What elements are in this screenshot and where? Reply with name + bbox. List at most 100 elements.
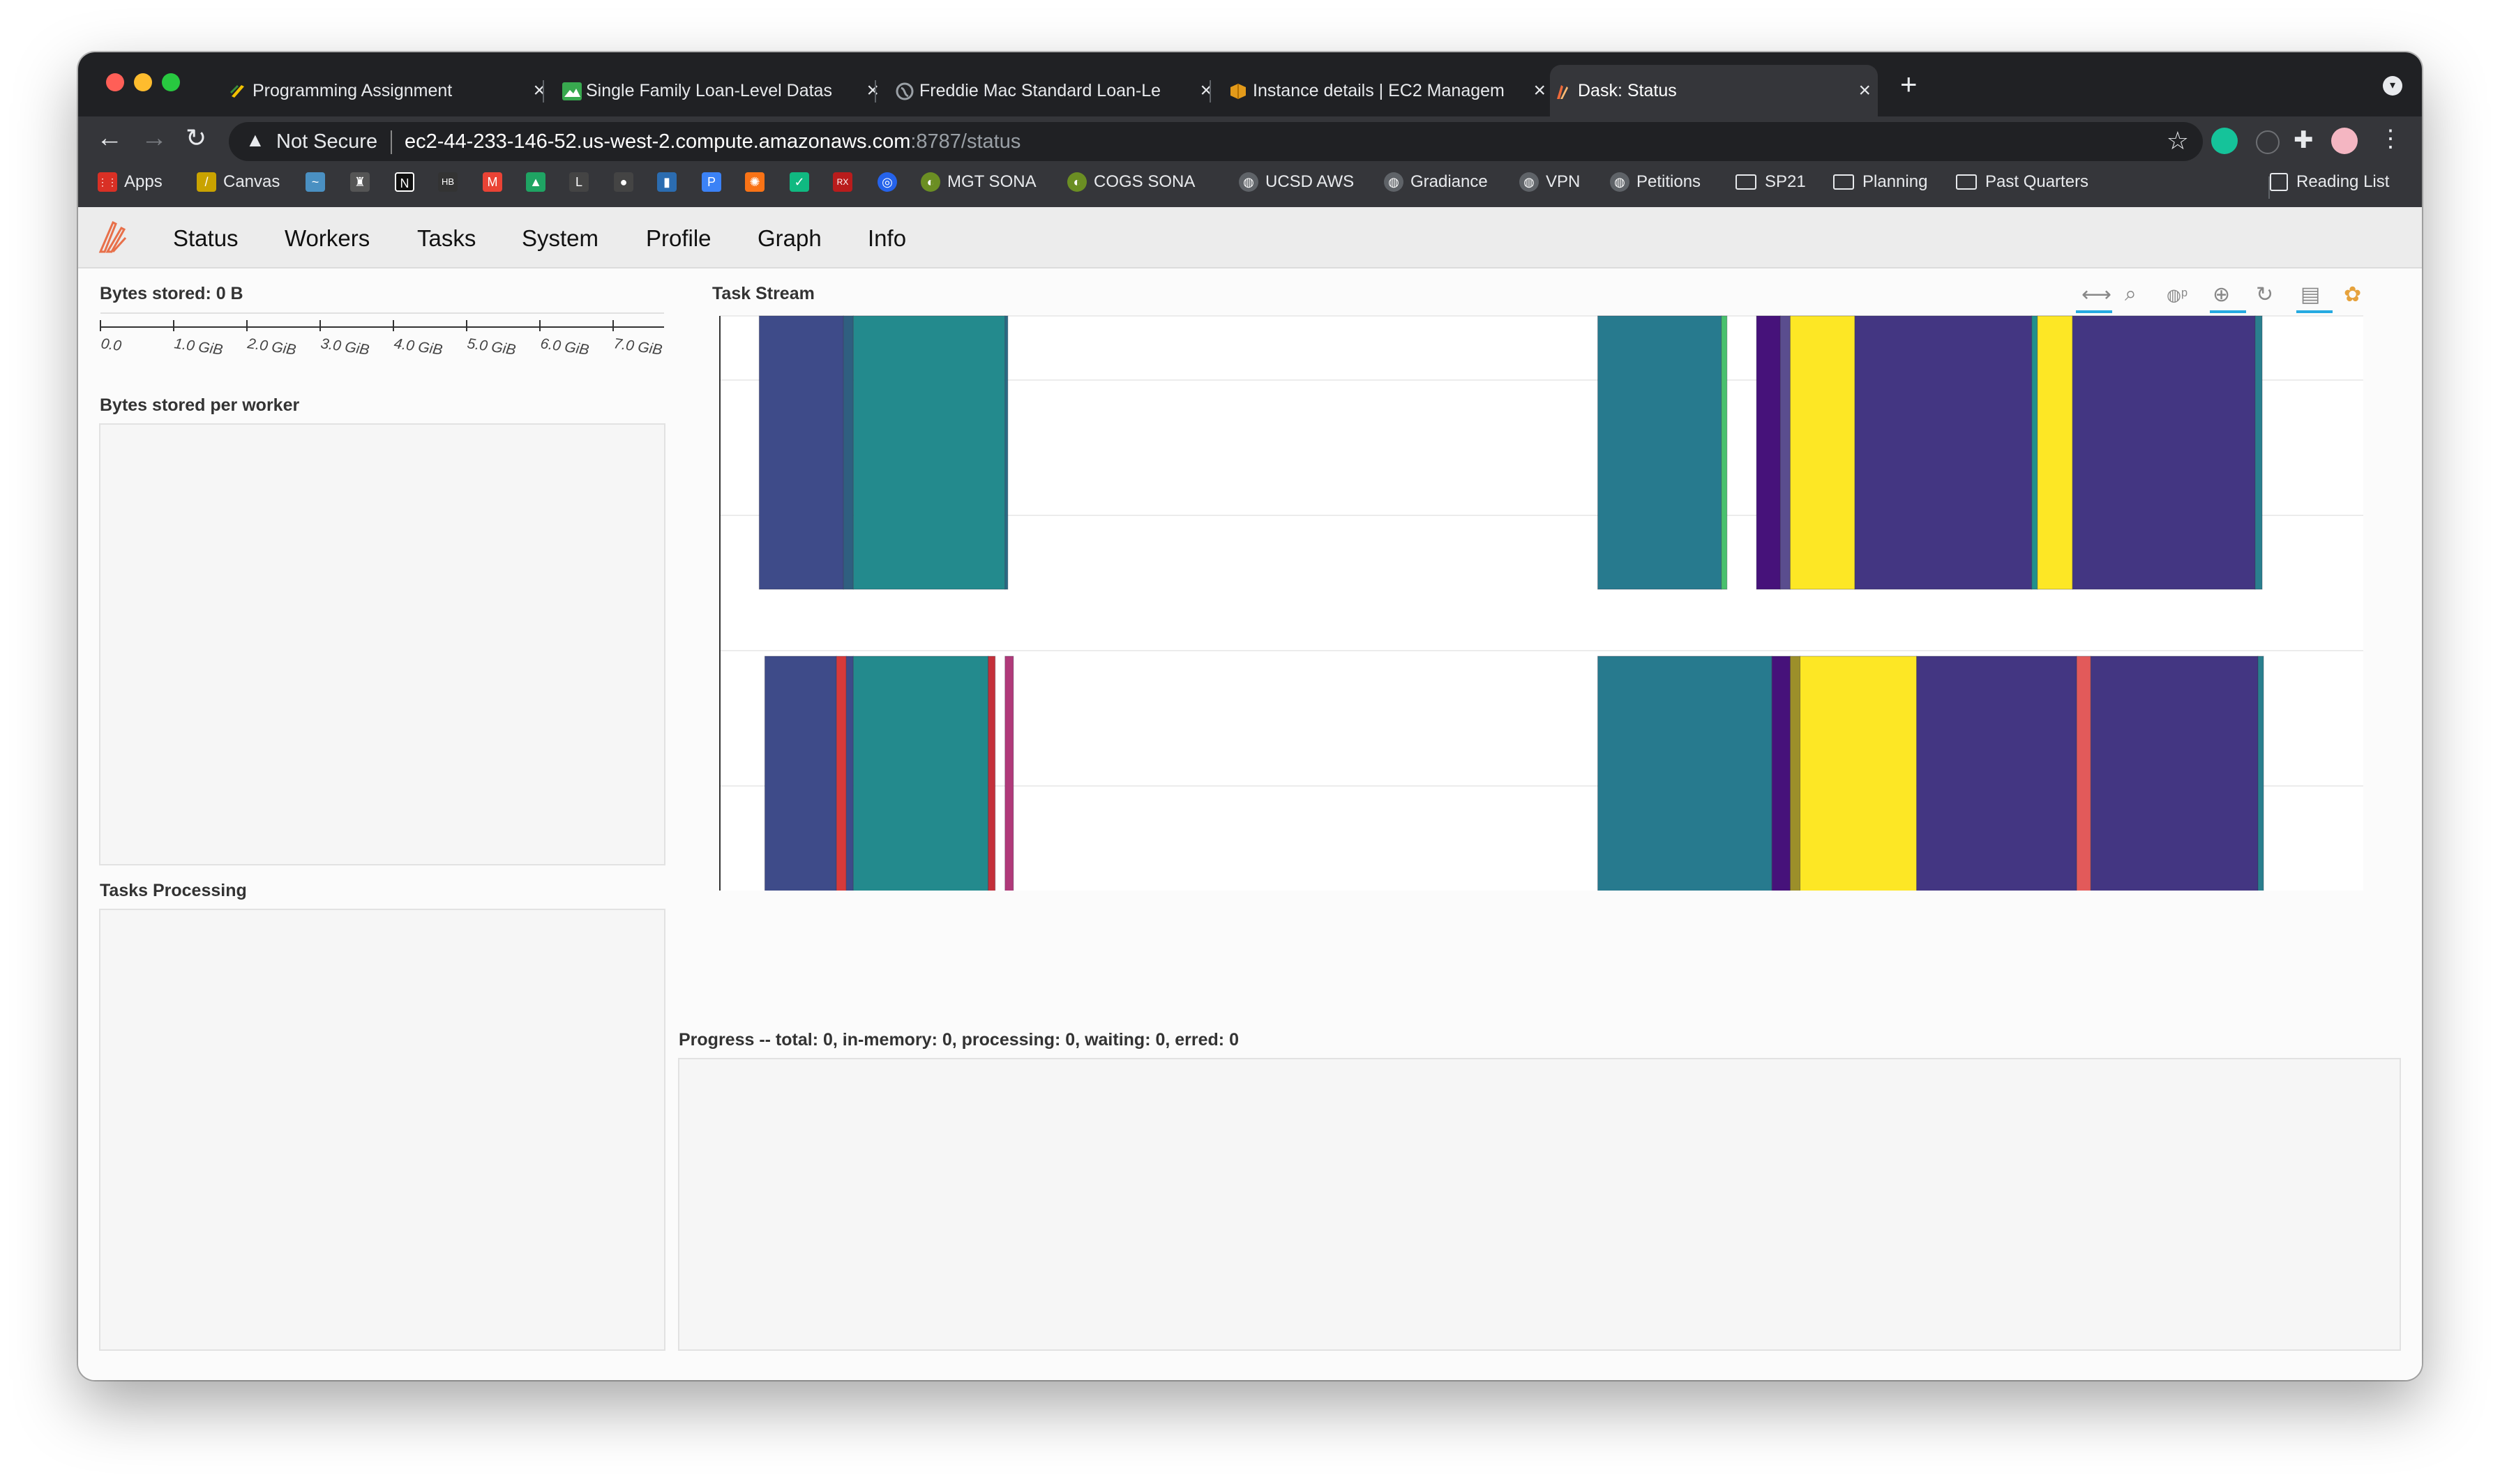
back-arrow-icon[interactable]: ←: [96, 123, 123, 153]
bookmark-icon-10[interactable]: P: [702, 172, 728, 192]
nav-workers[interactable]: Workers: [285, 225, 370, 252]
task-bar[interactable]: [988, 656, 996, 891]
tab-programming-assignment[interactable]: Programming Assignment ×: [225, 65, 552, 116]
tasks-processing-plot[interactable]: [99, 909, 665, 1351]
task-bar[interactable]: [758, 315, 844, 590]
nav-info[interactable]: Info: [868, 225, 906, 252]
task-bar[interactable]: [2257, 656, 2264, 891]
task-bar[interactable]: [1854, 315, 2033, 590]
task-bar[interactable]: [2037, 315, 2073, 590]
task-bar[interactable]: [852, 656, 989, 891]
bookmark-icon-14[interactable]: ◎: [878, 172, 904, 192]
bookmark-star-icon[interactable]: ☆: [2167, 126, 2189, 156]
wheel-zoom-icon[interactable]: ◍ᵖ: [2167, 285, 2188, 305]
bookmark-vpn[interactable]: ◍ VPN: [1519, 172, 1580, 192]
task-bar[interactable]: [843, 315, 854, 590]
close-window-button[interactable]: [106, 73, 124, 91]
minimize-window-button[interactable]: [134, 73, 152, 91]
tab-dask-status[interactable]: Dask: Status ×: [1550, 65, 1878, 116]
box-zoom-icon[interactable]: ⌕: [2125, 282, 2137, 306]
task-bar[interactable]: [764, 656, 837, 891]
nav-system[interactable]: System: [522, 225, 598, 252]
bookmark-folder-sp21[interactable]: SP21: [1735, 172, 1806, 192]
tab-freddie-mac[interactable]: Freddie Mac Standard Loan-Le ×: [891, 65, 1219, 116]
address-bar[interactable]: ▲ Not Secure ec2-44-233-146-52.us-west-2…: [229, 122, 2203, 161]
bookmark-canvas[interactable]: / Canvas: [197, 172, 280, 192]
bookmark-mgt-sona[interactable]: ◐ MGT SONA: [921, 172, 1037, 192]
progress-plot[interactable]: [678, 1058, 2401, 1351]
task-bar[interactable]: [845, 656, 854, 891]
task-bar[interactable]: [1756, 315, 1781, 590]
task-bar[interactable]: [1789, 656, 1801, 891]
info-extension-icon[interactable]: [2256, 130, 2280, 154]
task-bar[interactable]: [1789, 315, 1855, 590]
task-bar[interactable]: [2076, 656, 2091, 891]
security-status[interactable]: Not Secure: [276, 130, 377, 153]
url-text[interactable]: ec2-44-233-146-52.us-west-2.compute.amaz…: [405, 130, 1021, 153]
nav-tasks[interactable]: Tasks: [417, 225, 476, 252]
task-bar[interactable]: [1721, 315, 1728, 590]
bookmark-cogs-sona[interactable]: ◐ COGS SONA: [1067, 172, 1195, 192]
task-bar[interactable]: [1916, 656, 2077, 891]
task-bar[interactable]: [1597, 656, 1772, 891]
bookmark-apps[interactable]: ⋮⋮ Apps: [98, 172, 163, 192]
bokeh-logo-icon[interactable]: ✿: [2344, 282, 2361, 307]
tab-single-family-loan[interactable]: Single Family Loan-Level Datas ×: [558, 65, 886, 116]
task-bar[interactable]: [1004, 315, 1009, 590]
zoom-in-icon[interactable]: ⊕: [2213, 282, 2230, 307]
task-bar[interactable]: [852, 315, 1006, 590]
tab-search-icon[interactable]: ▾: [2383, 76, 2402, 96]
bookmark-icon-8[interactable]: ●: [614, 172, 640, 192]
close-icon[interactable]: ×: [1858, 79, 1871, 103]
task-bar[interactable]: [1779, 315, 1791, 590]
reading-list-button[interactable]: Reading List: [2270, 172, 2389, 192]
forward-arrow-icon[interactable]: →: [141, 123, 167, 153]
bookmark-icon-11[interactable]: ✺: [745, 172, 771, 192]
reload-icon[interactable]: ↻: [186, 123, 206, 153]
task-bar[interactable]: [1597, 315, 1722, 590]
bookmark-folder-past-quarters[interactable]: Past Quarters: [1956, 172, 2088, 192]
bytes-tick-label: 6.0 GiB: [539, 335, 590, 358]
bookmark-gradiance[interactable]: ◍ Gradiance: [1384, 172, 1488, 192]
task-bar[interactable]: [1771, 656, 1791, 891]
close-icon[interactable]: ×: [866, 79, 879, 103]
hover-tooltip-icon[interactable]: ▤: [2301, 282, 2320, 307]
zoom-window-button[interactable]: [162, 73, 180, 91]
bookmark-icon-7[interactable]: L: [569, 172, 596, 192]
bookmark-folder-planning[interactable]: Planning: [1833, 172, 1927, 192]
task-bar[interactable]: [1004, 656, 1014, 891]
chrome-menu-icon[interactable]: ⋮: [2379, 125, 2402, 153]
bytes-per-worker-plot[interactable]: [99, 423, 665, 865]
reset-icon[interactable]: ↻: [2256, 282, 2273, 307]
bookmark-icon-2[interactable]: ♜: [350, 172, 377, 192]
bookmark-ucsd-aws[interactable]: ◍ UCSD AWS: [1239, 172, 1354, 192]
bookmark-icon-6[interactable]: ▲: [526, 172, 552, 192]
grammarly-extension-icon[interactable]: [2211, 128, 2238, 154]
task-stream-chart[interactable]: 1/0120s40s:01:00:01:20:01:40: [710, 312, 2422, 891]
bookmark-petitions[interactable]: ◍ Petitions: [1610, 172, 1701, 192]
bookmark-icon-12[interactable]: ✓: [790, 172, 816, 192]
nav-profile[interactable]: Profile: [646, 225, 711, 252]
close-icon[interactable]: ×: [1533, 79, 1546, 103]
task-bar[interactable]: [2254, 315, 2263, 590]
task-bar[interactable]: [2072, 315, 2256, 590]
task-bar[interactable]: [2031, 315, 2038, 590]
bookmark-icon-3[interactable]: N: [395, 172, 421, 192]
dask-navbar: Status Workers Tasks System Profile Grap…: [78, 207, 2422, 268]
task-bar[interactable]: [1800, 656, 1918, 891]
bookmark-icon-5[interactable]: M: [483, 172, 509, 192]
dask-logo-icon[interactable]: [98, 220, 128, 258]
bookmark-icon-4[interactable]: HB: [438, 172, 465, 192]
bookmark-icon-9[interactable]: ▮: [657, 172, 684, 192]
pan-arrows-icon[interactable]: ⟷: [2081, 282, 2111, 307]
nav-graph[interactable]: Graph: [758, 225, 822, 252]
profile-avatar[interactable]: [2331, 128, 2358, 154]
tab-ec2-instance-details[interactable]: Instance details | EC2 Managem ×: [1225, 65, 1553, 116]
bookmark-icon-13[interactable]: RX: [833, 172, 859, 192]
nav-status[interactable]: Status: [173, 225, 239, 252]
task-bar[interactable]: [2090, 656, 2259, 891]
task-bar[interactable]: [836, 656, 847, 891]
bookmark-icon-1[interactable]: ~: [306, 172, 332, 192]
extensions-puzzle-icon[interactable]: ✚: [2294, 126, 2314, 154]
new-tab-button[interactable]: +: [1900, 68, 1918, 101]
